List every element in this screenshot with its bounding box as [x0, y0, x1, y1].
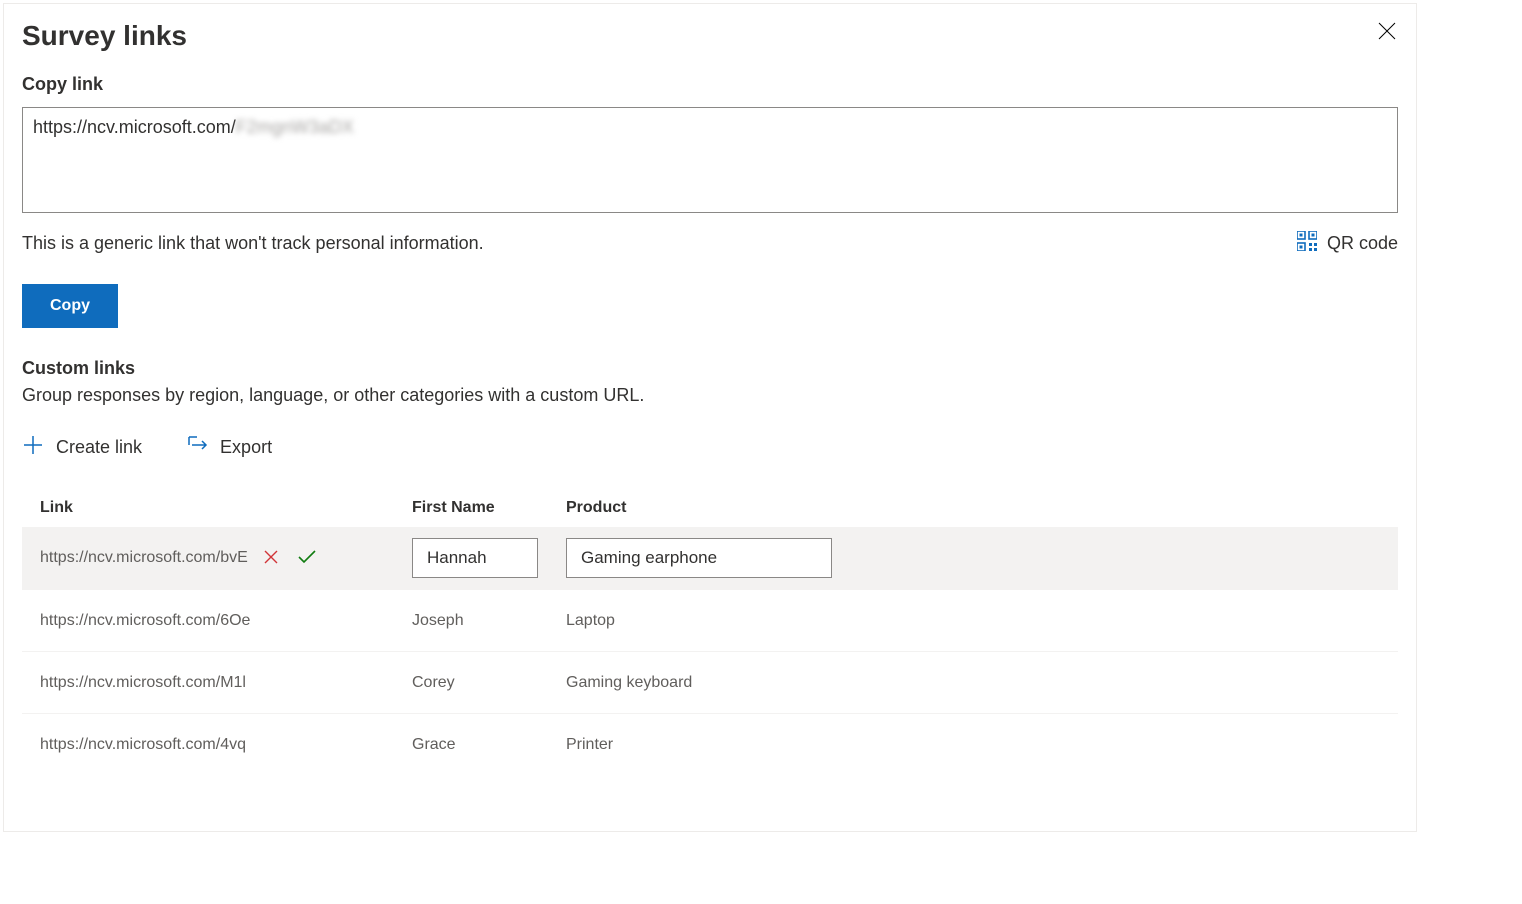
panel-header: Survey links [22, 20, 1398, 52]
survey-url-box[interactable]: https://ncv.microsoft.com/F2mgnW3aDX [22, 107, 1398, 213]
qr-code-icon [1297, 231, 1317, 256]
page-title: Survey links [22, 20, 187, 52]
custom-links-title: Custom links [22, 358, 1398, 379]
qr-code-label: QR code [1327, 233, 1398, 254]
product-cell [566, 538, 1380, 578]
check-icon [296, 548, 318, 569]
column-header-link: Link [40, 499, 412, 517]
survey-url-hidden-part: F2mgnW3aDX [236, 117, 354, 137]
table-header-row: Link First Name Product [22, 489, 1398, 527]
link-cell: https://ncv.microsoft.com/6Oe [40, 612, 412, 630]
column-header-product: Product [566, 499, 1380, 517]
survey-url-text: https://ncv.microsoft.com/ [33, 117, 236, 137]
create-link-button[interactable]: Create link [22, 434, 142, 461]
custom-link-url: https://ncv.microsoft.com/4vq [40, 736, 246, 754]
firstname-value: Corey [412, 674, 455, 691]
table-row[interactable]: https://ncv.microsoft.com/6Oe Joseph Lapto… [22, 589, 1398, 651]
create-link-label: Create link [56, 437, 142, 458]
export-icon [186, 434, 208, 461]
x-icon [262, 548, 280, 569]
custom-links-table: Link First Name Product https://ncv.micr… [22, 489, 1398, 775]
survey-links-panel: Survey links Copy link https://ncv.micro… [3, 3, 1417, 832]
product-value: Laptop [566, 612, 615, 629]
export-button[interactable]: Export [186, 434, 272, 461]
table-row[interactable]: https://ncv.microsoft.com/M1l Corey Gaming… [22, 651, 1398, 713]
product-cell: Printer [566, 736, 1380, 754]
custom-links-description: Group responses by region, language, or … [22, 385, 1398, 406]
close-icon [1378, 28, 1396, 43]
firstname-input[interactable] [412, 538, 538, 578]
custom-link-url: https://ncv.microsoft.com/6Oe [40, 612, 250, 630]
link-cell: https://ncv.microsoft.com/bvE [40, 546, 412, 571]
firstname-cell [412, 538, 566, 578]
product-cell: Gaming keyboard [566, 674, 1380, 692]
copy-link-section-title: Copy link [22, 74, 1398, 95]
custom-link-url: https://ncv.microsoft.com/M1l [40, 674, 246, 692]
table-row[interactable]: https://ncv.microsoft.com/bvE [22, 527, 1398, 589]
custom-links-actions: Create link Export [22, 434, 1398, 461]
link-description-row: This is a generic link that won't track … [22, 231, 1398, 256]
export-label: Export [220, 437, 272, 458]
product-value: Printer [566, 736, 613, 753]
link-description: This is a generic link that won't track … [22, 233, 484, 254]
table-body: https://ncv.microsoft.com/bvE https://ncv… [22, 527, 1398, 775]
copy-button[interactable]: Copy [22, 284, 118, 328]
product-input[interactable] [566, 538, 832, 578]
firstname-value: Joseph [412, 612, 464, 629]
confirm-edit-button[interactable] [294, 546, 320, 571]
plus-icon [22, 434, 44, 461]
close-button[interactable] [1372, 16, 1402, 49]
firstname-cell: Corey [412, 674, 566, 692]
table-row[interactable]: https://ncv.microsoft.com/4vq Grace Printe… [22, 713, 1398, 775]
product-cell: Laptop [566, 612, 1380, 630]
column-header-firstname: First Name [412, 499, 566, 517]
link-cell: https://ncv.microsoft.com/M1l [40, 674, 412, 692]
product-value: Gaming keyboard [566, 674, 692, 691]
cancel-edit-button[interactable] [260, 546, 282, 571]
link-cell: https://ncv.microsoft.com/4vq [40, 736, 412, 754]
firstname-cell: Joseph [412, 612, 566, 630]
firstname-cell: Grace [412, 736, 566, 754]
firstname-value: Grace [412, 736, 456, 753]
custom-link-url: https://ncv.microsoft.com/bvE [40, 549, 248, 567]
qr-code-button[interactable]: QR code [1297, 231, 1398, 256]
